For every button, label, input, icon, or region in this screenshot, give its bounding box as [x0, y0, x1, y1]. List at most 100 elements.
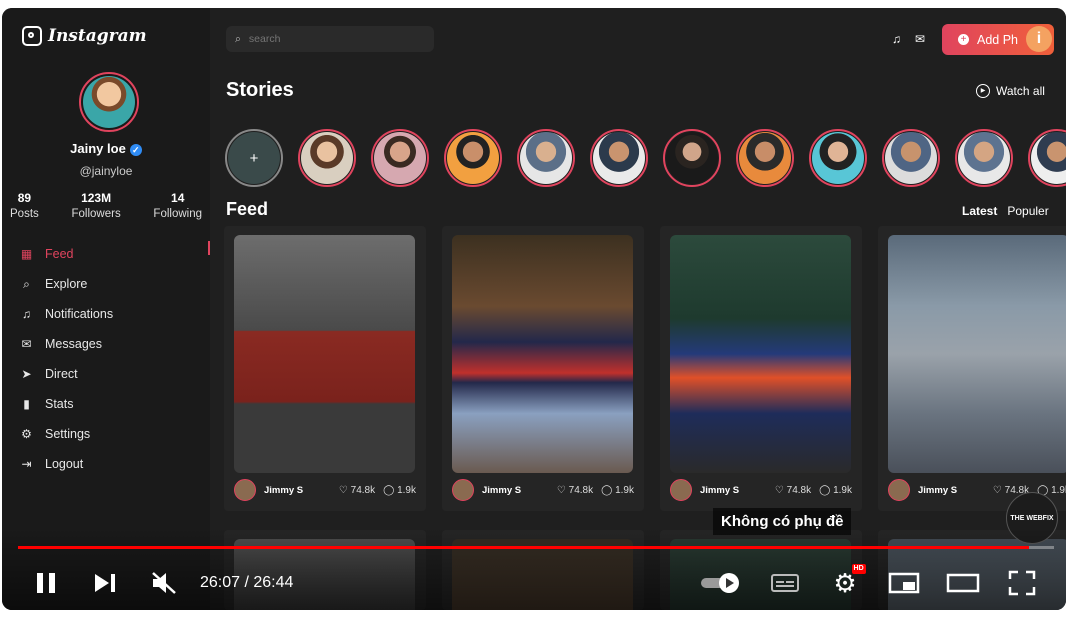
bell-icon[interactable]: ♫	[892, 32, 901, 46]
post-image[interactable]	[234, 235, 415, 473]
player-controls: 26:07 / 26:44 ⚙ HD	[2, 563, 1066, 603]
story-item[interactable]	[371, 129, 429, 187]
gear-icon: ⚙ HD	[833, 564, 866, 598]
message-icon: ✉	[21, 337, 32, 351]
sidebar-item-logout[interactable]: ⇥ Logout	[20, 449, 113, 479]
like-count[interactable]: ♡ 74.8k	[557, 485, 593, 496]
story-item[interactable]	[298, 129, 356, 187]
autoplay-toggle[interactable]	[699, 563, 743, 603]
avatar[interactable]	[452, 479, 474, 501]
avatar[interactable]	[670, 479, 692, 501]
like-value: 74.8k	[350, 484, 376, 496]
theater-mode-button[interactable]	[946, 563, 980, 603]
like-count[interactable]: ♡ 74.8k	[339, 485, 375, 496]
header-icons: ♫ ✉	[892, 32, 925, 46]
avatar[interactable]	[234, 479, 256, 501]
profile-name-row: Jainy loe ✓	[2, 141, 210, 156]
progress-fill	[18, 546, 1030, 549]
story-item[interactable]	[517, 129, 575, 187]
stat-value: 89	[17, 191, 32, 205]
plus-icon: +	[228, 132, 280, 184]
feed-card[interactable]: Jimmy S ♡ 74.8k ◯ 1.9k	[224, 226, 426, 511]
hd-badge: HD	[851, 564, 866, 574]
subtitles-button[interactable]	[770, 563, 800, 603]
story-item[interactable]	[736, 129, 794, 187]
sidebar-item-direct[interactable]: ➤ Direct	[20, 359, 113, 389]
sidebar-item-label: Direct	[45, 367, 78, 381]
instagram-icon	[22, 26, 42, 46]
play-circle-icon: ▶	[976, 84, 990, 98]
story-item[interactable]	[809, 129, 867, 187]
comment-count[interactable]: ◯ 1.9k	[819, 485, 852, 496]
post-meta: Jimmy S ♡ 74.8k ◯ 1.9k	[234, 479, 416, 501]
comment-count[interactable]: ◯ 1.9k	[383, 485, 416, 496]
stat-label: Following	[153, 208, 202, 220]
post-image[interactable]	[452, 235, 633, 473]
avatar[interactable]	[888, 479, 910, 501]
post-username[interactable]: Jimmy S	[700, 485, 775, 496]
fullscreen-button[interactable]	[1008, 563, 1036, 603]
like-value: 74.8k	[568, 484, 594, 496]
story-item[interactable]	[955, 129, 1013, 187]
time-display: 26:07 / 26:44	[200, 574, 294, 591]
stat-label: Posts	[10, 208, 39, 220]
story-item[interactable]	[444, 129, 502, 187]
progress-bar[interactable]	[18, 546, 1054, 549]
stat-followers: 123M Followers	[71, 191, 120, 220]
sidebar-item-notifications[interactable]: ♫ Notifications	[20, 299, 113, 329]
search-input[interactable]	[246, 32, 421, 46]
volume-muted-icon	[152, 572, 176, 594]
story-add[interactable]: +	[225, 129, 283, 187]
miniplayer-button[interactable]	[888, 563, 920, 603]
bar-chart-icon: ▮	[23, 397, 30, 411]
settings-button[interactable]: ⚙ HD	[832, 563, 866, 603]
fullscreen-icon	[1008, 570, 1036, 596]
story-avatar	[520, 132, 572, 184]
sidebar-item-label: Notifications	[45, 307, 114, 321]
story-item[interactable]	[590, 129, 648, 187]
search-bar[interactable]: ⌕	[226, 26, 434, 52]
post-image[interactable]	[670, 235, 851, 473]
watch-all-button[interactable]: ▶ Watch all	[976, 84, 1045, 98]
mute-button[interactable]	[150, 563, 178, 603]
sidebar-item-feed[interactable]: ▦ Feed	[20, 239, 113, 269]
sidebar-item-settings[interactable]: ⚙ Settings	[20, 419, 113, 449]
info-icon[interactable]: i	[1026, 26, 1052, 52]
send-icon: ➤	[21, 367, 32, 381]
story-item[interactable]	[1028, 129, 1066, 187]
story-avatar	[739, 132, 791, 184]
post-username[interactable]: Jimmy S	[264, 485, 339, 496]
like-count[interactable]: ♡ 74.8k	[775, 485, 811, 496]
story-item[interactable]	[882, 129, 940, 187]
post-username[interactable]: Jimmy S	[482, 485, 557, 496]
feed-card[interactable]: Jimmy S ♡ 74.8k ◯ 1.9k	[878, 226, 1066, 511]
feed-card[interactable]: Jimmy S ♡ 74.8k ◯ 1.9k	[442, 226, 644, 511]
sidebar-item-stats[interactable]: ▮ Stats	[20, 389, 113, 419]
captions-icon	[771, 574, 799, 592]
logout-icon: ⇥	[21, 457, 32, 471]
profile-avatar[interactable]	[79, 72, 139, 132]
pause-button[interactable]	[34, 563, 58, 603]
next-button[interactable]	[92, 563, 118, 603]
logo-text: Instagram	[48, 26, 147, 46]
sidebar-item-messages[interactable]: ✉ Messages	[20, 329, 113, 359]
plus-icon: +	[958, 34, 969, 45]
comment-count[interactable]: ◯ 1.9k	[601, 485, 634, 496]
video-frame: Instagram Jainy loe ✓ @jainyloe 89 Posts 1…	[2, 8, 1066, 610]
story-avatar	[812, 132, 864, 184]
skip-next-icon	[95, 574, 115, 592]
story-item[interactable]	[663, 129, 721, 187]
sidebar-item-label: Logout	[45, 457, 84, 471]
post-image[interactable]	[888, 235, 1066, 473]
post-username[interactable]: Jimmy S	[918, 485, 993, 496]
sidebar-item-explore[interactable]: ⌕ Explore	[20, 269, 113, 299]
instagram-logo[interactable]: Instagram	[22, 26, 147, 46]
message-icon[interactable]: ✉	[915, 32, 925, 46]
feed-tabs: Latest Populer	[962, 204, 1049, 218]
tab-latest[interactable]: Latest	[962, 204, 997, 218]
tab-populer[interactable]: Populer	[1007, 204, 1048, 218]
story-avatar	[374, 132, 426, 184]
feed-card[interactable]: Jimmy S ♡ 74.8k ◯ 1.9k	[660, 226, 862, 511]
stat-label: Followers	[71, 208, 121, 220]
stat-value: 123M	[81, 191, 112, 205]
